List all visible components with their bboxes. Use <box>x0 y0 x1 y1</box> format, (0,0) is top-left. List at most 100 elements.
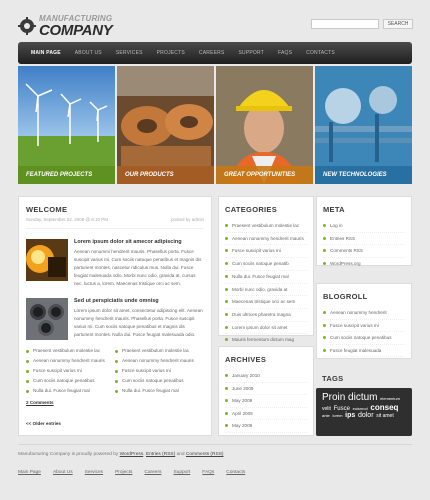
categories-title: CATEGORIES <box>225 205 278 214</box>
footer-divider <box>18 444 412 445</box>
footer-link-about-us[interactable]: About Us <box>53 470 73 475</box>
category-link[interactable]: Morbi nunc odio, gravida at <box>225 284 307 297</box>
meta-title: META <box>323 205 345 214</box>
meta-link[interactable]: Entries RSS <box>323 233 405 245</box>
footer-link-contacts[interactable]: Contacts <box>226 470 245 475</box>
article-text: Aenean nonummi hendrerit mauris. Phasell… <box>74 249 202 286</box>
search-input[interactable] <box>311 19 379 29</box>
tag-link[interactable]: sit amet <box>376 413 394 419</box>
category-link[interactable]: Duis ultrices pharetra magna <box>225 309 307 322</box>
blogroll-panel: BLOGROLL Aenean nonummy hendrerit Fusce … <box>316 283 412 359</box>
meta-link[interactable]: WordPress.org <box>323 258 405 270</box>
archive-link[interactable]: January 2010 <box>225 370 307 383</box>
meta-list: Log in Entries RSS Comments RSS WordPres… <box>323 220 405 270</box>
tile-great-opportunities[interactable]: GREAT OPPORTUNITIES <box>216 66 313 184</box>
archive-link[interactable]: April 2009 <box>225 408 307 420</box>
tag-link[interactable]: dolor <box>358 412 374 419</box>
list-item[interactable]: Aenean nonummy hendrerit mauris <box>26 356 115 366</box>
tile-our-products[interactable]: OUR PRODUCTS <box>117 66 214 184</box>
nav-about-us[interactable]: ABOUT US <box>68 42 109 64</box>
comments-rss-link[interactable]: Comments (RSS) <box>186 452 224 457</box>
footer-link-support[interactable]: Support <box>173 470 190 475</box>
blogroll-title: BLOGROLL <box>323 292 368 301</box>
blogroll-link[interactable]: Fusce suscipit varius mi <box>323 320 405 332</box>
article-item: Sed ut perspiciatis unde omnisg Lorem ip… <box>26 298 204 340</box>
older-entries-link[interactable]: << Older entries <box>26 421 204 426</box>
nav-projects[interactable]: PROJECTS <box>150 42 192 64</box>
footer-link-careers[interactable]: Careers <box>144 470 161 475</box>
nav-support[interactable]: SUPPORT <box>232 42 271 64</box>
archive-link[interactable]: May 2009 <box>225 395 307 408</box>
list-item[interactable]: Fusce suscipit varius mi <box>26 366 115 376</box>
footer-link-services[interactable]: Services <box>85 470 103 475</box>
footer-credits: Manufacturing Company is proudly powered… <box>18 452 224 457</box>
footer-link-faqs[interactable]: FAQs <box>202 470 214 475</box>
tag-link[interactable]: dictum <box>348 392 377 404</box>
tag-link[interactable]: Fusce <box>334 406 350 412</box>
category-link[interactable]: Cum sociis natoque penatib <box>225 258 307 271</box>
entries-rss-link[interactable]: Entries (RSS) <box>146 452 175 457</box>
nav-main-page[interactable]: MAIN PAGE <box>24 42 68 64</box>
nav-faqs[interactable]: FAQS <box>271 42 299 64</box>
blogroll-link[interactable]: Aenean nonummy hendrerit <box>323 307 405 320</box>
list-item[interactable]: Cum sociis natoque penatibus <box>115 376 204 386</box>
blogroll-link[interactable]: Fusce feugiat malesuada <box>323 345 405 357</box>
list-item[interactable]: Nulla dui. Fusce feugiat mal <box>26 386 115 396</box>
wordpress-link[interactable]: WordPress <box>120 452 144 457</box>
welcome-title: WELCOME <box>26 205 68 214</box>
tag-link[interactable]: Proin <box>322 392 345 404</box>
tag-link[interactable]: conseq <box>370 403 398 412</box>
category-link[interactable]: Fusce suscipit varius mi <box>225 245 307 259</box>
archive-link[interactable]: June 2009 <box>225 383 307 395</box>
tag-link[interactable]: velit <box>322 406 331 412</box>
archive-link[interactable]: May 2009 <box>225 420 307 433</box>
footer-text: Manufacturing Company is proudly powered… <box>18 452 120 457</box>
search-form: SEARCH <box>311 19 413 29</box>
tag-link[interactable]: ips <box>345 412 355 419</box>
tags-title: TAGS <box>322 374 344 383</box>
tile-caption: NEW TECHNOLOGIES <box>315 166 412 184</box>
category-link[interactable]: Maecenas tristique orci ac sem <box>225 296 307 309</box>
tile-caption: GREAT OPPORTUNITIES <box>216 166 313 184</box>
nav-services[interactable]: SERVICES <box>109 42 150 64</box>
footer-text: and <box>175 452 186 457</box>
category-link[interactable]: Praesent vestibulum molestie lac <box>225 220 307 233</box>
blogroll-link[interactable]: Cum sociis natoque penatibus <box>323 332 405 345</box>
tile-new-technologies[interactable]: NEW TECHNOLOGIES <box>315 66 412 184</box>
footer-link-main-page[interactable]: Main Page <box>18 470 41 475</box>
meta-link[interactable]: Comments RSS <box>323 245 405 258</box>
logo-title: COMPANY <box>39 21 113 39</box>
article-title[interactable]: Sed ut perspiciatis unde omnisg <box>74 298 204 304</box>
nav-careers[interactable]: CAREERS <box>192 42 232 64</box>
category-link[interactable]: Aenean nonummy hendrerit mauris <box>225 233 307 246</box>
list-item[interactable]: Cum sociis natoque penatibus <box>26 376 115 386</box>
comments-link[interactable]: 2 Comments <box>26 400 204 405</box>
post-date: Sunday, September 22, 2009 @ 6:10 PM <box>26 217 109 222</box>
list-item[interactable]: Praesent vestibulum molestie lac <box>26 346 115 356</box>
list-item[interactable]: Aenean nonummy hendrerit mauris <box>115 356 204 366</box>
category-link[interactable]: Nulla dui. Fusce feugiat mal <box>225 271 307 284</box>
tag-link[interactable]: elementum <box>380 396 400 401</box>
welding-thumbnail[interactable] <box>26 239 68 281</box>
footer-link-projects[interactable]: Projects <box>115 470 132 475</box>
list-item[interactable]: Nulla dui. Fusce feugiat mal <box>115 386 204 396</box>
search-button[interactable]: SEARCH <box>383 19 413 29</box>
article-title[interactable]: Lorem ipsum dolor sit amecor adipiscing <box>74 239 204 245</box>
categories-list: Praesent vestibulum molestie lac Aenean … <box>225 220 307 348</box>
main-nav: MAIN PAGE ABOUT US SERVICES PROJECTS CAR… <box>18 42 412 64</box>
nav-contacts[interactable]: CONTACTS <box>299 42 342 64</box>
tag-link[interactable]: ante <box>322 413 330 418</box>
category-link[interactable]: Lorem ipsum dolor sit amet <box>225 322 307 335</box>
post-author: posted by admin <box>170 217 204 222</box>
tag-link[interactable]: lorem <box>332 413 342 418</box>
list-item[interactable]: Praesent vestibulum molestie lac <box>115 346 204 356</box>
meta-link[interactable]: Log in <box>323 220 405 233</box>
tile-caption: OUR PRODUCTS <box>117 166 214 184</box>
tile-caption: FEATURED PROJECTS <box>18 166 115 184</box>
tag-link[interactable]: euismod <box>353 406 368 411</box>
pipes-thumbnail[interactable] <box>26 298 68 340</box>
bullet-list-left: Praesent vestibulum molestie lac Aenean … <box>26 346 115 396</box>
company-logo[interactable]: MANUFACTURING COMPANY <box>18 14 113 39</box>
tile-featured-projects[interactable]: FEATURED PROJECTS <box>18 66 115 184</box>
list-item[interactable]: Fusce suscipit varius mi <box>115 366 204 376</box>
